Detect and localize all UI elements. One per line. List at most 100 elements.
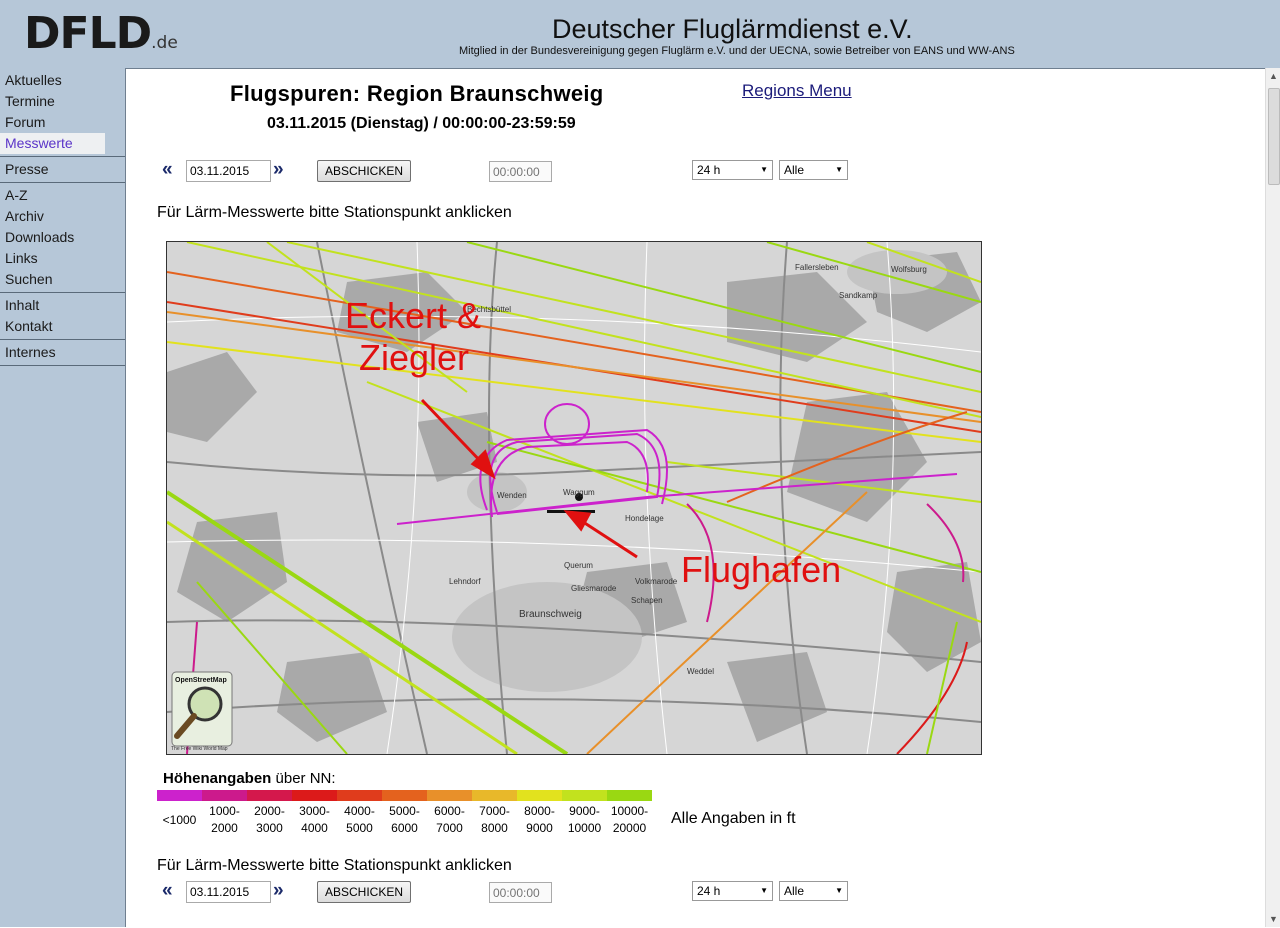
legend-swatch bbox=[607, 790, 652, 801]
legend-bin: 7000- 8000 bbox=[472, 790, 517, 837]
station-hint-bottom: Für Lärm-Messwerte bitte Stationspunkt a… bbox=[157, 857, 512, 874]
annotation-flughafen: Flughafen bbox=[681, 549, 841, 590]
page-title: Flugspuren: Region Braunschweig bbox=[230, 81, 604, 106]
sidebar-item-downloads[interactable]: Downloads bbox=[0, 227, 125, 248]
legend-bin: <1000 bbox=[157, 790, 202, 829]
site-subtitle: Mitglied in der Bundesvereinigung gegen … bbox=[459, 45, 1015, 57]
legend-bin: 2000- 3000 bbox=[247, 790, 292, 837]
filter-select[interactable]: Alle ▼ bbox=[779, 881, 848, 901]
osm-logo[interactable]: OpenStreetMap The Free Wiki World Map bbox=[171, 671, 233, 752]
legend-label: 9000- 10000 bbox=[562, 801, 607, 837]
legend-label: 1000- 2000 bbox=[202, 801, 247, 837]
place-label: Braunschweig bbox=[519, 609, 582, 620]
next-day-button[interactable]: » bbox=[273, 881, 284, 901]
timespan-value: 24 h bbox=[697, 884, 721, 898]
place-label: Hondelage bbox=[625, 514, 664, 523]
legend-label: <1000 bbox=[157, 801, 202, 829]
legend-bin: 8000- 9000 bbox=[517, 790, 562, 837]
legend-title-rest: über NN: bbox=[271, 770, 336, 787]
chevron-down-icon: ▼ bbox=[835, 165, 843, 174]
sidebar-item-internes[interactable]: Internes bbox=[0, 342, 125, 363]
place-label: Wolfsburg bbox=[891, 265, 927, 274]
legend-label-line2: 5000 bbox=[346, 821, 373, 835]
legend-bin: 9000- 10000 bbox=[562, 790, 607, 837]
sidebar-item-kontakt[interactable]: Kontakt bbox=[0, 316, 125, 337]
legend-label-line1: 6000- bbox=[434, 804, 465, 818]
next-day-button[interactable]: » bbox=[273, 160, 284, 180]
dfld-logo[interactable]: DFLD.de bbox=[24, 10, 178, 58]
submit-button[interactable]: ABSCHICKEN bbox=[317, 160, 411, 182]
sidebar-item-termine[interactable]: Termine bbox=[0, 91, 125, 112]
timespan-select[interactable]: 24 h ▼ bbox=[692, 160, 773, 180]
legend-bin: 6000- 7000 bbox=[427, 790, 472, 837]
logo-suffix: .de bbox=[151, 33, 178, 53]
legend-label-line1: 10000- bbox=[610, 804, 649, 818]
legend-swatch bbox=[472, 790, 517, 801]
sidebar-item-presse[interactable]: Presse bbox=[0, 159, 125, 180]
legend-label-line2: 20000 bbox=[612, 821, 647, 835]
legend-label: 10000- 20000 bbox=[607, 801, 652, 837]
legend-label-line1: 1000- bbox=[209, 804, 240, 818]
chevron-down-icon: ▼ bbox=[760, 165, 768, 174]
time-input[interactable] bbox=[489, 882, 552, 903]
nav-group: Presse bbox=[0, 157, 125, 183]
legend-bin: 1000- 2000 bbox=[202, 790, 247, 837]
sidebar-item-messwerte[interactable]: Messwerte bbox=[0, 133, 105, 154]
prev-day-button[interactable]: « bbox=[162, 160, 173, 180]
nav-group: Inhalt Kontakt bbox=[0, 293, 125, 340]
legend-bin: 4000- 5000 bbox=[337, 790, 382, 837]
sidebar-item-aktuelles[interactable]: Aktuelles bbox=[0, 70, 125, 91]
station-hint: Für Lärm-Messwerte bitte Stationspunkt a… bbox=[157, 204, 512, 221]
legend-bin: 5000- 6000 bbox=[382, 790, 427, 837]
legend-label-line2: 2000 bbox=[211, 821, 238, 835]
annotation-ziegler: Ziegler bbox=[359, 337, 469, 378]
sidebar-item-suchen[interactable]: Suchen bbox=[0, 269, 125, 290]
legend-bin: 3000- 4000 bbox=[292, 790, 337, 837]
prev-day-button[interactable]: « bbox=[162, 881, 173, 901]
legend-swatch bbox=[292, 790, 337, 801]
sidebar-item-a-z[interactable]: A-Z bbox=[0, 185, 125, 206]
place-label: Fallersleben bbox=[795, 263, 839, 272]
legend-swatch bbox=[427, 790, 472, 801]
scroll-down-icon[interactable]: ▼ bbox=[1266, 911, 1280, 927]
filter-select[interactable]: Alle ▼ bbox=[779, 160, 848, 180]
regions-menu-link[interactable]: Regions Menu bbox=[742, 81, 852, 101]
legend-label-line2: 10000 bbox=[567, 821, 602, 835]
legend-swatch bbox=[562, 790, 607, 801]
legend-label: 5000- 6000 bbox=[382, 801, 427, 837]
logo-text: DFLD bbox=[24, 8, 152, 59]
nav-group: Aktuelles Termine Forum Messwerte bbox=[0, 68, 125, 157]
legend-swatch bbox=[157, 790, 202, 801]
filter-value: Alle bbox=[784, 163, 805, 177]
flight-track-map[interactable]: Wolfsburg Braunschweig Wenden Waggum Que… bbox=[166, 241, 982, 755]
chevron-down-icon: ▼ bbox=[835, 886, 843, 895]
submit-button[interactable]: ABSCHICKEN bbox=[317, 881, 411, 903]
legend-label: 3000- 4000 bbox=[292, 801, 337, 837]
time-input[interactable] bbox=[489, 161, 552, 182]
legend-note: Alle Angaben in ft bbox=[671, 810, 796, 827]
legend-label: 7000- 8000 bbox=[472, 801, 517, 837]
legend-label: 8000- 9000 bbox=[517, 801, 562, 837]
sidebar-item-inhalt[interactable]: Inhalt bbox=[0, 295, 125, 316]
main-content: Flugspuren: Region Braunschweig 03.11.20… bbox=[126, 68, 1265, 928]
legend-label-line1: 3000- bbox=[299, 804, 330, 818]
timespan-select[interactable]: 24 h ▼ bbox=[692, 881, 773, 901]
legend-label-line1: 9000- bbox=[569, 804, 600, 818]
sidebar-item-archiv[interactable]: Archiv bbox=[0, 206, 125, 227]
legend-label-line2: 7000 bbox=[436, 821, 463, 835]
legend-label-line2: 9000 bbox=[526, 821, 553, 835]
legend-label-line2: 3000 bbox=[256, 821, 283, 835]
page-scrollbar[interactable]: ▲ ▼ bbox=[1265, 68, 1280, 927]
sidebar-item-links[interactable]: Links bbox=[0, 248, 125, 269]
date-input[interactable] bbox=[186, 881, 271, 903]
place-label: Wenden bbox=[497, 491, 527, 500]
legend-label-line2: 4000 bbox=[301, 821, 328, 835]
sidebar-item-forum[interactable]: Forum bbox=[0, 112, 125, 133]
scroll-thumb[interactable] bbox=[1268, 88, 1280, 185]
date-input[interactable] bbox=[186, 160, 271, 182]
date-range: 03.11.2015 (Dienstag) / 00:00:00-23:59:5… bbox=[267, 115, 576, 132]
scroll-up-icon[interactable]: ▲ bbox=[1266, 68, 1280, 84]
osm-sublabel: The Free Wiki World Map bbox=[171, 746, 228, 752]
legend-swatch bbox=[337, 790, 382, 801]
annotation-eckert: Eckert & bbox=[345, 295, 481, 336]
